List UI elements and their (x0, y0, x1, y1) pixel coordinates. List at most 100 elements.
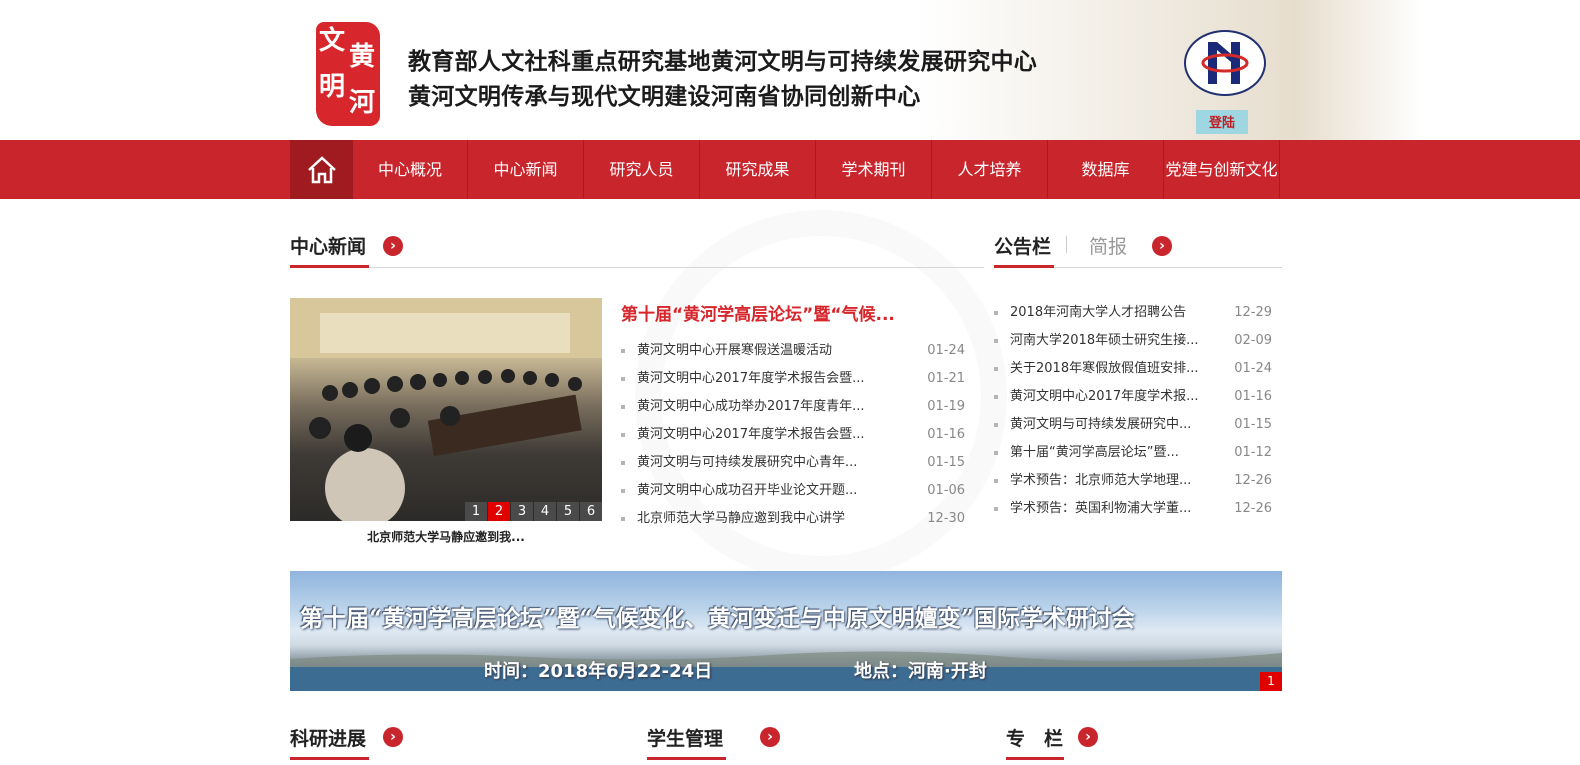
news-divider (290, 267, 984, 268)
notice-item-date: 12-26 (1234, 473, 1272, 488)
research-title-underline (290, 757, 369, 760)
list-item[interactable]: 第十届“黄河学高层论坛”暨... 01-12 (994, 439, 1272, 467)
news-item-title[interactable]: 黄河文明中心成功召开毕业论文开题... (637, 477, 857, 505)
news-item-title[interactable]: 黄河文明与可持续发展研究中心青年... (637, 449, 857, 477)
student-title-underline (647, 757, 726, 760)
pager-page-1[interactable]: 1 (465, 502, 487, 521)
notice-item-date: 12-29 (1234, 305, 1272, 320)
notice-item-title[interactable]: 关于2018年寒假放假值班安排... (1010, 355, 1198, 383)
nav-item-database[interactable]: 数据库 (1048, 140, 1164, 199)
notice-item-date: 01-12 (1234, 445, 1272, 460)
pager-page-2[interactable]: 2 (488, 502, 510, 521)
research-more-arrow-icon[interactable]: › (383, 727, 403, 747)
notice-item-date: 01-16 (1234, 389, 1272, 404)
seal-char: 文 (319, 26, 346, 56)
news-item-title[interactable]: 黄河文明中心2017年度学术报告会暨... (637, 365, 864, 393)
news-item-date: 01-06 (927, 483, 965, 498)
news-item-date: 01-21 (927, 371, 965, 386)
nav-item-news[interactable]: 中心新闻 (468, 140, 584, 199)
research-progress-title[interactable]: 科研进展 (290, 724, 366, 751)
list-item[interactable]: 黄河文明中心成功召开毕业论文开题... 01-06 (621, 477, 965, 505)
yellow-river-seal-logo: 文 黄 明 河 (316, 22, 380, 126)
banner-pager-page-1[interactable]: 1 (1260, 672, 1282, 691)
news-item-date: 01-15 (927, 455, 965, 470)
news-headline-link[interactable]: 第十届“黄河学高层论坛”暨“气候... (621, 300, 895, 325)
notice-more-arrow-icon[interactable]: › (1152, 236, 1172, 256)
nav-item-talent[interactable]: 人才培养 (932, 140, 1048, 199)
nav-item-journal[interactable]: 学术期刊 (816, 140, 932, 199)
site-header: 文 黄 明 河 教育部人文社科重点研究基地黄河文明与可持续发展研究中心 黄河文明… (0, 0, 1580, 140)
site-title-line2: 黄河文明传承与现代文明建设河南省协同创新中心 (408, 84, 921, 110)
news-list: 黄河文明中心开展寒假送温暖活动 01-24 黄河文明中心2017年度学术报告会暨.… (621, 337, 965, 533)
student-more-arrow-icon[interactable]: › (760, 727, 780, 747)
column-title[interactable]: 专 栏 (1006, 724, 1063, 751)
list-item[interactable]: 学术预告：北京师范大学地理... 12-26 (994, 467, 1272, 495)
nav-item-party-culture[interactable]: 党建与创新文化 (1164, 140, 1280, 199)
login-button[interactable]: 登陆 (1196, 110, 1248, 134)
notice-item-title[interactable]: 2018年河南大学人才招聘公告 (1010, 299, 1186, 327)
nav-item-achievements[interactable]: 研究成果 (700, 140, 816, 199)
pager-page-3[interactable]: 3 (511, 502, 533, 521)
site-title: 教育部人文社科重点研究基地黄河文明与可持续发展研究中心 黄河文明传承与现代文明建… (408, 45, 1037, 115)
notice-item-title[interactable]: 黄河文明与可持续发展研究中... (1010, 411, 1191, 439)
notice-item-title[interactable]: 第十届“黄河学高层论坛”暨... (1010, 439, 1179, 467)
list-item[interactable]: 黄河文明与可持续发展研究中... 01-15 (994, 411, 1272, 439)
main-nav: 中心概况 中心新闻 研究人员 研究成果 学术期刊 人才培养 数据库 党建与创新文… (0, 140, 1580, 199)
notice-item-title[interactable]: 学术预告：英国利物浦大学董... (1010, 495, 1191, 523)
forum-banner[interactable]: 第十届“黄河学高层论坛”暨“气候变化、黄河变迁与中原文明嬗变”国际学术研讨会 时… (290, 571, 1282, 691)
notice-item-title[interactable]: 黄河文明中心2017年度学术报... (1010, 383, 1198, 411)
news-item-title[interactable]: 黄河文明中心成功举办2017年度青年... (637, 393, 864, 421)
list-item[interactable]: 2018年河南大学人才招聘公告 12-29 (994, 299, 1272, 327)
nav-item-overview[interactable]: 中心概况 (353, 140, 468, 199)
notice-list: 2018年河南大学人才招聘公告 12-29 河南大学2018年硕士研究生接... 0… (994, 299, 1272, 523)
notice-item-date: 12-26 (1234, 501, 1272, 516)
notice-item-title[interactable]: 河南大学2018年硕士研究生接... (1010, 327, 1198, 355)
institute-emblem-icon (1184, 30, 1266, 96)
list-item[interactable]: 黄河文明中心2017年度学术报告会暨... 01-21 (621, 365, 965, 393)
tab-briefing[interactable]: 简报 (1089, 232, 1127, 259)
tab-notice-board[interactable]: 公告栏 (994, 232, 1051, 259)
list-item[interactable]: 学术预告：英国利物浦大学董... 12-26 (994, 495, 1272, 523)
news-item-date: 01-16 (927, 427, 965, 442)
list-item[interactable]: 黄河文明中心成功举办2017年度青年... 01-19 (621, 393, 965, 421)
nav-item-researchers[interactable]: 研究人员 (584, 140, 700, 199)
notice-title-underline (994, 265, 1054, 268)
slideshow-caption[interactable]: 北京师范大学马静应邀到我... (290, 528, 602, 545)
list-item[interactable]: 黄河文明与可持续发展研究中心青年... 01-15 (621, 449, 965, 477)
list-item[interactable]: 河南大学2018年硕士研究生接... 02-09 (994, 327, 1272, 355)
home-icon[interactable] (290, 140, 353, 199)
news-item-title[interactable]: 黄河文明中心开展寒假送温暖活动 (637, 337, 832, 365)
banner-time: 时间：2018年6月22-24日 (484, 661, 713, 682)
pager-page-4[interactable]: 4 (534, 502, 556, 521)
list-item[interactable]: 黄河文明中心开展寒假送温暖活动 01-24 (621, 337, 965, 365)
list-item[interactable]: 黄河文明中心2017年度学术报... 01-16 (994, 383, 1272, 411)
seal-char: 明 (319, 72, 346, 102)
meeting-photo (290, 298, 602, 521)
column-more-arrow-icon[interactable]: › (1078, 727, 1098, 747)
banner-title: 第十届“黄河学高层论坛”暨“气候变化、黄河变迁与中原文明嬗变”国际学术研讨会 (300, 605, 1135, 632)
emblem-graphic (1201, 42, 1249, 84)
list-item[interactable]: 关于2018年寒假放假值班安排... 01-24 (994, 355, 1272, 383)
notice-item-title[interactable]: 学术预告：北京师范大学地理... (1010, 467, 1191, 495)
news-title-underline (290, 265, 369, 268)
slideshow-pager: 1 2 3 4 5 6 (464, 502, 602, 521)
list-item[interactable]: 黄河文明中心2017年度学术报告会暨... 01-16 (621, 421, 965, 449)
seal-char: 黄 (349, 42, 376, 72)
news-slideshow-photo[interactable]: 1 2 3 4 5 6 (290, 298, 602, 521)
site-title-line1: 教育部人文社科重点研究基地黄河文明与可持续发展研究中心 (408, 49, 1038, 75)
news-section-title[interactable]: 中心新闻 (290, 232, 366, 259)
news-item-title[interactable]: 北京师范大学马静应邀到我中心讲学 (637, 505, 845, 533)
news-item-date: 12-30 (927, 511, 965, 526)
notice-item-date: 01-15 (1234, 417, 1272, 432)
notice-item-date: 02-09 (1234, 333, 1272, 348)
banner-place: 地点：河南·开封 (854, 661, 987, 682)
student-management-title[interactable]: 学生管理 (647, 724, 723, 751)
pager-page-6[interactable]: 6 (580, 502, 602, 521)
seal-char: 河 (349, 88, 376, 118)
news-item-title[interactable]: 黄河文明中心2017年度学术报告会暨... (637, 421, 864, 449)
news-item-date: 01-19 (927, 399, 965, 414)
tab-separator (1066, 236, 1067, 253)
pager-page-5[interactable]: 5 (557, 502, 579, 521)
news-more-arrow-icon[interactable]: › (383, 236, 403, 256)
list-item[interactable]: 北京师范大学马静应邀到我中心讲学 12-30 (621, 505, 965, 533)
